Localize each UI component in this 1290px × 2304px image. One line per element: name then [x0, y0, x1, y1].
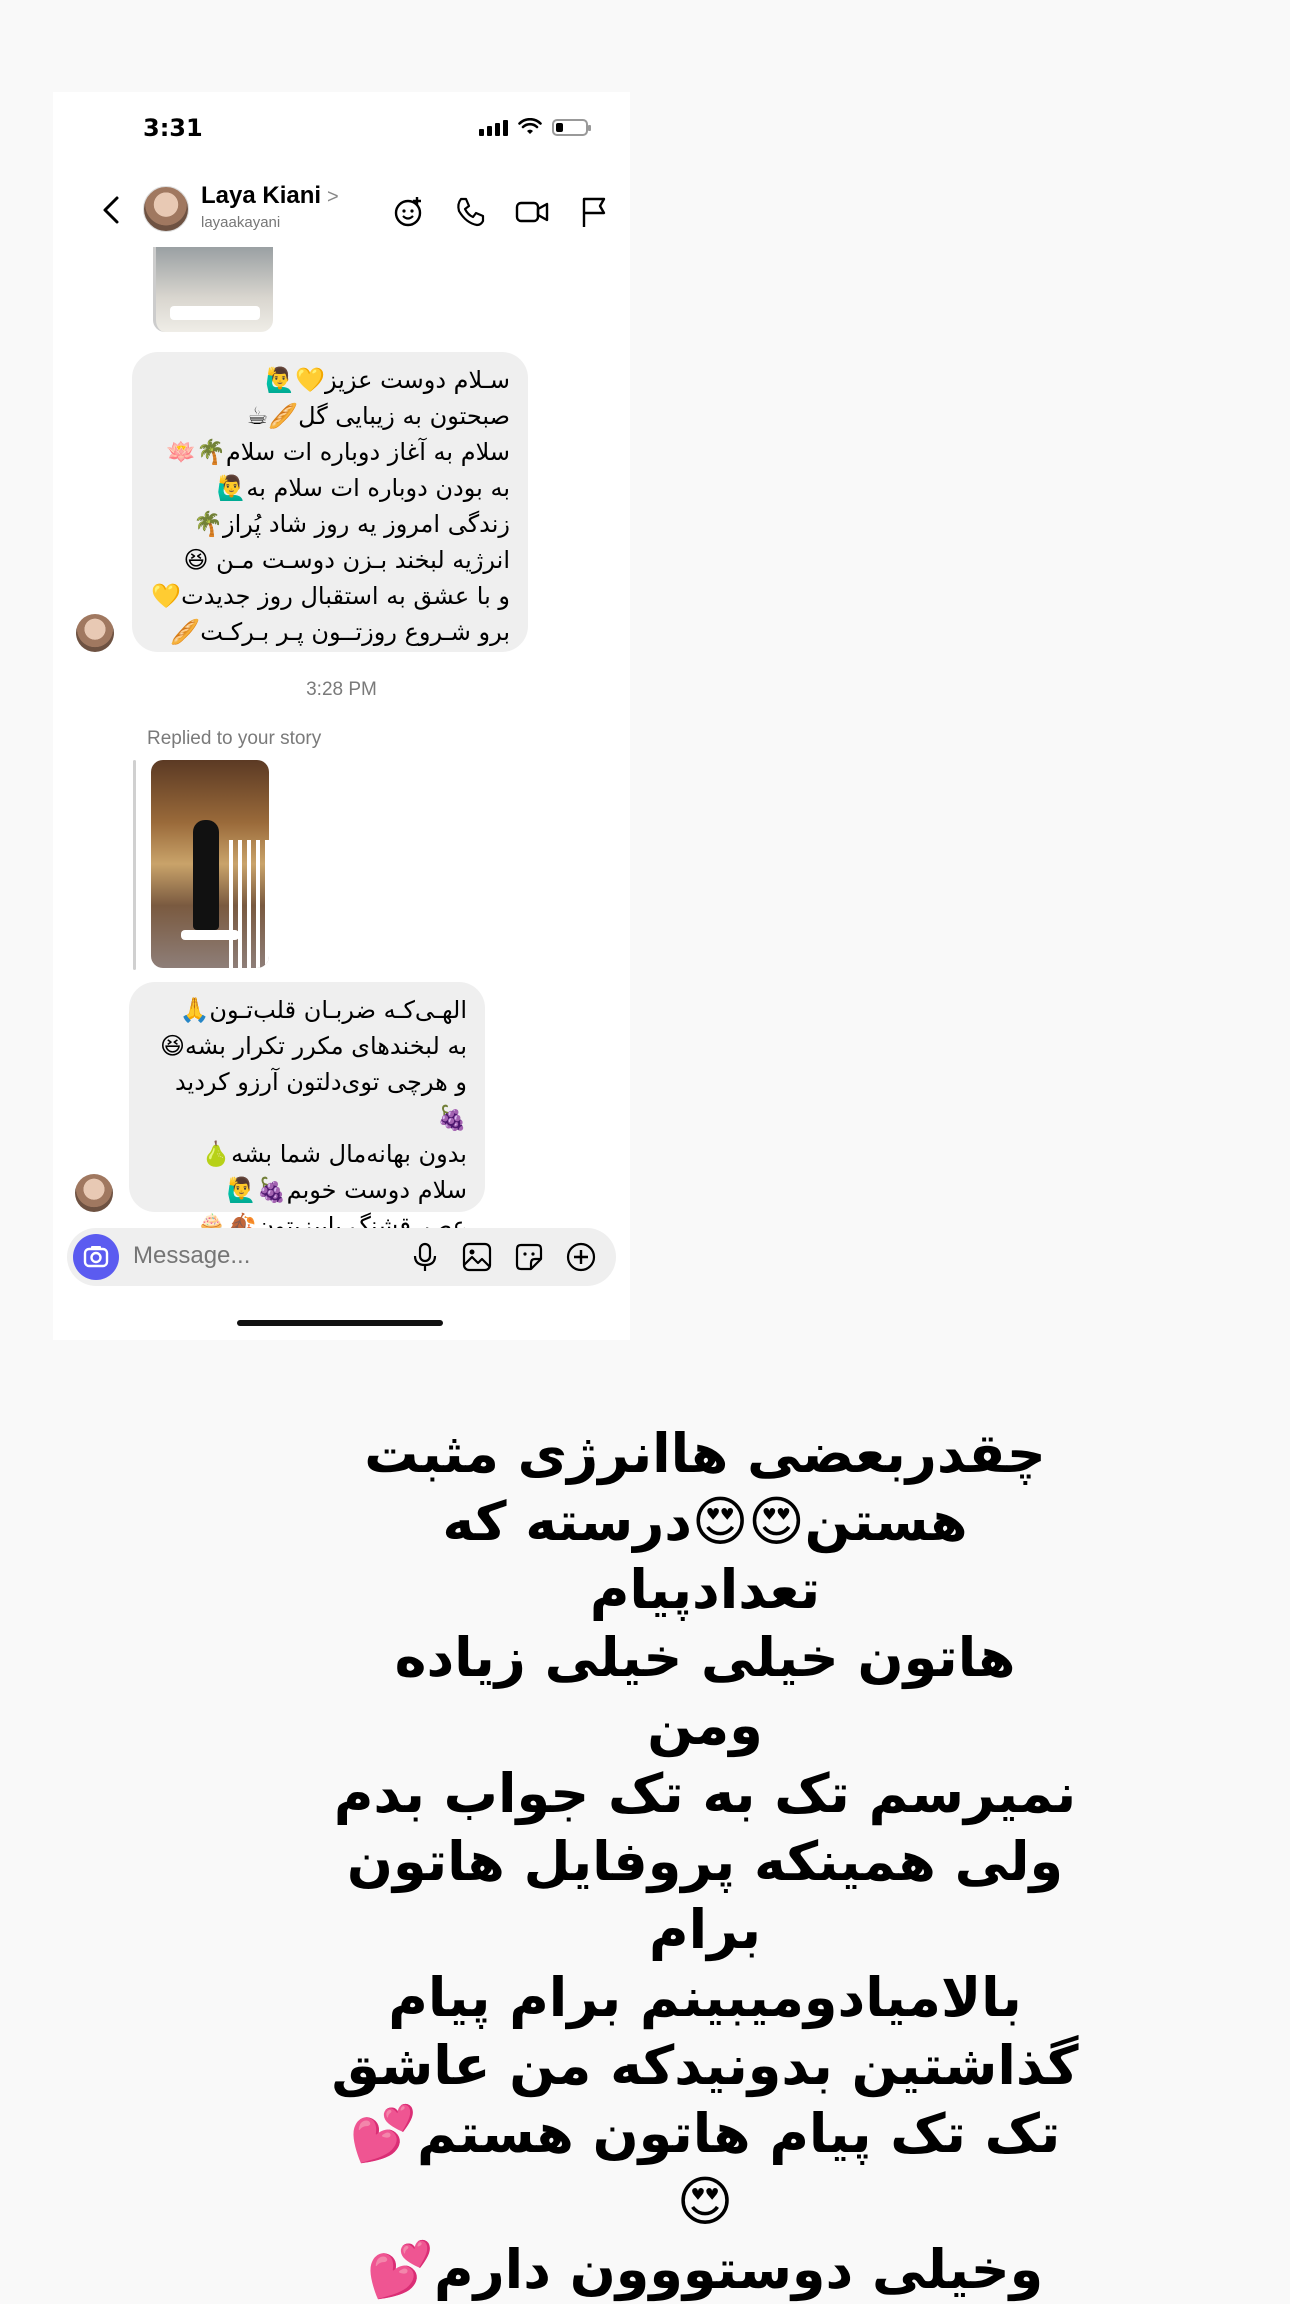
replied-to-story-label: Replied to your story — [147, 728, 322, 749]
sender-avatar[interactable] — [75, 1174, 113, 1212]
status-icons — [479, 118, 591, 136]
plus-icon[interactable] — [564, 1240, 598, 1274]
header-actions — [390, 194, 612, 230]
story-thumbnail[interactable] — [151, 760, 269, 968]
home-indicator — [237, 1320, 443, 1326]
status-time: 3:31 — [143, 114, 203, 142]
phone-icon[interactable] — [452, 194, 488, 230]
message-input[interactable] — [133, 1242, 333, 1270]
microphone-icon[interactable] — [408, 1240, 442, 1274]
message-composer — [67, 1228, 616, 1286]
flag-icon[interactable] — [576, 194, 612, 230]
add-effect-icon[interactable] — [390, 194, 426, 230]
gallery-icon[interactable] — [460, 1240, 494, 1274]
contact-name-text: Laya Kiani — [201, 182, 322, 209]
chat-header: Laya Kiani > layaakayani — [53, 180, 630, 252]
message-timestamp: 3:28 PM — [306, 679, 377, 700]
signal-icon — [479, 118, 508, 136]
reply-indicator-bar — [133, 760, 136, 970]
sender-avatar[interactable] — [76, 614, 114, 652]
contact-username: layaakayani — [201, 214, 281, 231]
message-bubble-incoming[interactable]: سـلام دوست عزیز💛🙋‍♂️ صبحتون به زیبایی گل… — [132, 352, 528, 652]
wifi-icon — [518, 118, 542, 134]
sticker-icon[interactable] — [512, 1240, 546, 1274]
battery-icon — [552, 118, 591, 136]
message-bubble-reply[interactable]: الهـی‌کـه ضربـان قلب‌تـون🙏 به لبخندهای م… — [129, 982, 485, 1240]
contact-avatar[interactable] — [143, 186, 189, 232]
story-thumbnail-previous[interactable] — [153, 247, 273, 332]
contact-name[interactable]: Laya Kiani > — [201, 182, 339, 210]
contact-chevron-icon: > — [327, 186, 339, 208]
camera-icon — [83, 1246, 109, 1268]
composer-actions — [408, 1240, 598, 1274]
chat-screen: 3:31 Laya Kiani > layaakayani سـلام دوست… — [53, 92, 630, 1340]
story-caption-text: چقدربعضی هاانرژی مثبت هستن😍😍درسته که تعد… — [331, 1422, 1079, 2301]
camera-button[interactable] — [73, 1234, 119, 1280]
video-icon[interactable] — [514, 194, 550, 230]
back-chevron-icon[interactable] — [93, 190, 133, 230]
